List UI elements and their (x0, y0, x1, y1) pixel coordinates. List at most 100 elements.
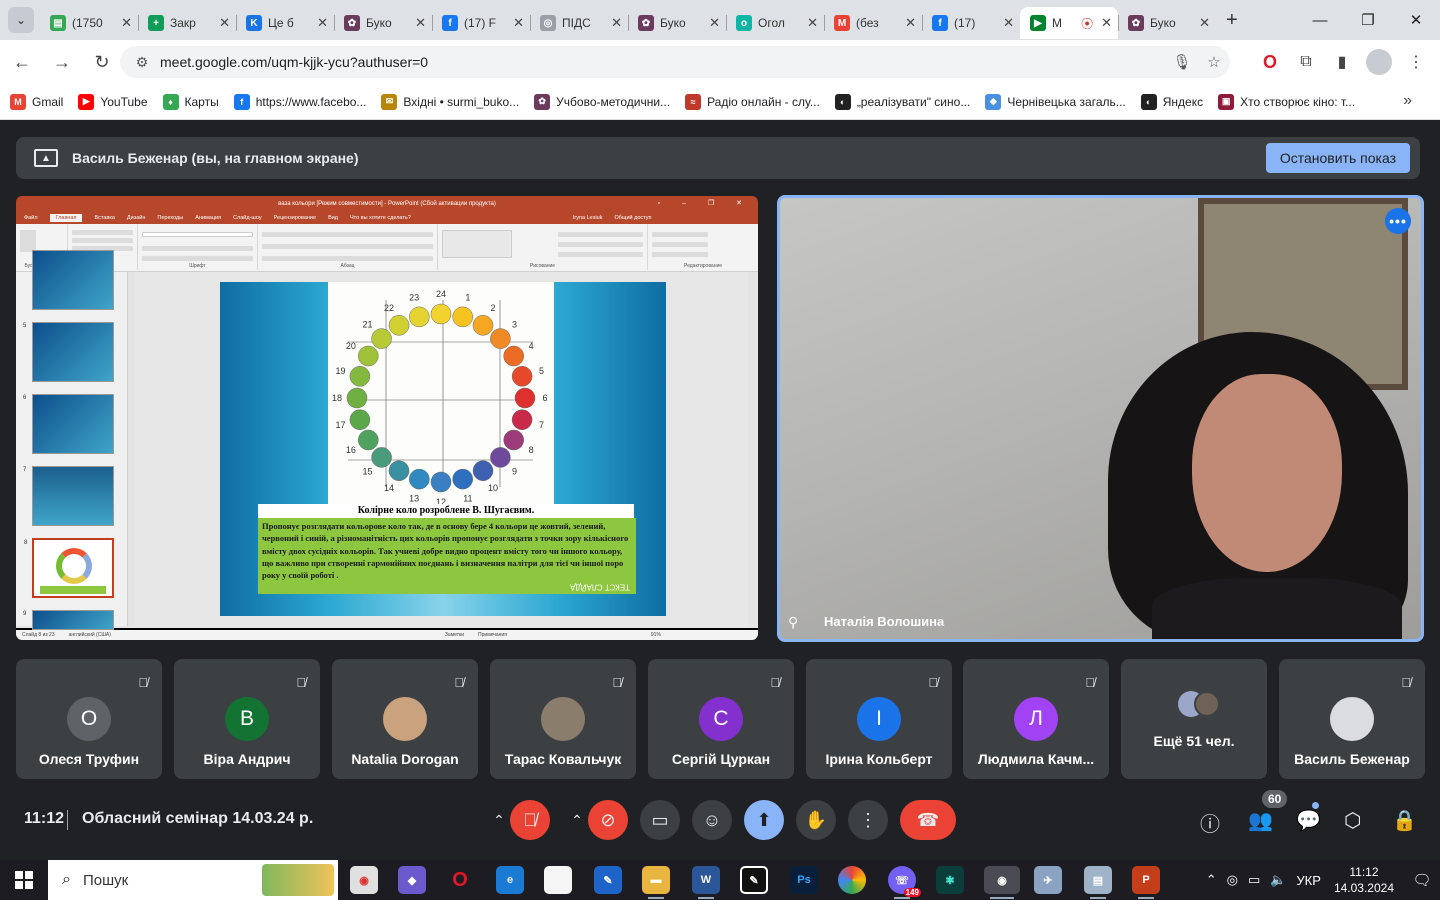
slide-thumbnail-selected[interactable]: 8 (24, 538, 114, 598)
taskbar-search[interactable]: ⌕ Пошук (48, 860, 338, 900)
participant-tile[interactable]: 🎙̸ Л Людмила Качм... (963, 659, 1109, 779)
tab-close-icon[interactable]: ✕ (807, 15, 818, 31)
forward-icon[interactable]: → (44, 44, 80, 80)
system-clock[interactable]: 11:12 14.03.2024 (1334, 864, 1394, 896)
microphone-icon[interactable]: 🎙 (1166, 53, 1198, 71)
bookmark-item[interactable]: ◐ „реалізувати" сино... (834, 93, 970, 110)
word-taskbar-icon[interactable]: W (692, 866, 720, 899)
browser-tab[interactable]: ✿ Буко ✕ (334, 7, 432, 39)
app-taskbar-icon[interactable]: ▤ (1084, 866, 1112, 899)
participant-tile[interactable]: 🎙̸ І Ірина Кольберт (806, 659, 952, 779)
tile-more-options-icon[interactable]: ••• (1385, 208, 1411, 234)
activities-icon[interactable]: ⬡ (1344, 808, 1361, 833)
browser-tab[interactable]: ▶ M ⦿ ✕ (1020, 7, 1118, 39)
maximize-icon[interactable]: ❐ (1344, 0, 1392, 40)
browser-tab[interactable]: f (17) ✕ (922, 7, 1020, 39)
opera-extension-icon[interactable]: O (1252, 52, 1288, 73)
browser-tab[interactable]: ▤ (1750 ✕ (40, 7, 138, 39)
bookmark-item[interactable]: ▶ YouTube (78, 93, 148, 110)
comments-button[interactable]: Примечания (478, 632, 507, 638)
browser-tab[interactable]: ◎ ПІДС ✕ (530, 7, 628, 39)
chrome-active-taskbar-icon[interactable]: ◉ (984, 866, 1020, 899)
chrome-menu-icon[interactable]: ⋮ (1398, 52, 1434, 72)
stop-presenting-button[interactable]: Остановить показ (1265, 143, 1410, 173)
captions-icon[interactable]: ▭ (640, 800, 680, 840)
active-speaker-tile[interactable]: ••• ⚲ Наталія Волошина (777, 195, 1424, 642)
tab-close-icon[interactable]: ✕ (1003, 15, 1014, 31)
ribbon-tab[interactable]: Что вы хотите сделать? (350, 215, 411, 221)
slide-thumbnail[interactable]: 5 (23, 322, 114, 382)
language-indicator[interactable]: УКР (1296, 873, 1321, 888)
bookmark-item[interactable]: ✿ Учбово-методични... (534, 93, 670, 110)
camera-off-icon[interactable]: ⊘ (588, 800, 628, 840)
viber-taskbar-icon[interactable]: ☏ 149 (888, 866, 921, 899)
profile-avatar[interactable] (1366, 49, 1392, 75)
bookmark-item[interactable]: ≈ Радіо онлайн - слу... (685, 93, 820, 110)
chrome-taskbar-icon[interactable]: ◉ (350, 866, 378, 894)
bookmark-star-icon[interactable]: ☆ (1198, 53, 1230, 71)
zoom-level[interactable]: 91% (651, 632, 661, 638)
browser-tab[interactable]: ✿ Буко ✕ (628, 7, 726, 39)
tab-close-icon[interactable]: ✕ (1101, 15, 1112, 31)
bookmark-item[interactable]: M Gmail (10, 93, 63, 110)
tab-close-icon[interactable]: ✕ (709, 15, 720, 31)
emoji-icon[interactable]: ☺ (692, 800, 732, 840)
participant-tile[interactable]: 🎙̸ С Сергій Цуркан (648, 659, 794, 779)
slide-thumbnail[interactable]: 6 (23, 394, 114, 454)
app-taskbar-icon[interactable]: ✈ (1034, 866, 1062, 894)
slide-thumbnail[interactable] (32, 250, 114, 310)
ribbon-tab[interactable]: Общий доступ (614, 215, 651, 221)
audio-options-caret-icon[interactable]: ⌃ (489, 800, 509, 840)
participant-tile[interactable]: 🎙̸ Тарас Ковальчук (490, 659, 636, 779)
browser-tab[interactable]: ✿ Буко ✕ (1118, 7, 1216, 39)
tab-close-icon[interactable]: ✕ (1199, 15, 1210, 31)
volume-icon[interactable]: 🔈 (1270, 872, 1286, 888)
leave-call-icon[interactable]: ☎ (900, 800, 956, 840)
app-taskbar-icon[interactable]: ✱ (936, 866, 964, 894)
participant-tile[interactable]: 🎙̸ Natalia Dorogan (332, 659, 478, 779)
ribbon-tab[interactable]: Переходы (157, 215, 183, 221)
ribbon-tab[interactable]: Iryna Lesiuk (573, 215, 603, 221)
ribbon-tab[interactable]: Слайд-шоу (233, 215, 262, 221)
bookmark-item[interactable]: ◆ Чернівецька загаль... (985, 93, 1126, 110)
current-slide[interactable]: 24 1 2 3 4 5 6 7 8 9 10 11 12 13 14 15 16 17 18 19 20 21 22 23 … (220, 282, 666, 616)
meeting-details-icon[interactable]: ⓘ (1200, 808, 1220, 837)
tab-close-icon[interactable]: ✕ (513, 15, 524, 31)
slide-thumbnail[interactable]: 7 (23, 466, 114, 526)
bookmark-item[interactable]: ▣ Хто створює кіно: т... (1218, 93, 1355, 110)
new-tab-button[interactable]: + (1226, 9, 1238, 32)
browser-tab[interactable]: + Закр ✕ (138, 7, 236, 39)
tab-close-icon[interactable]: ✕ (219, 15, 230, 31)
bookmark-item[interactable]: ✉ Вхідні • surmi_buko... (381, 93, 519, 110)
file-taskbar-icon[interactable] (544, 866, 572, 894)
ribbon-tab[interactable]: Главная (49, 214, 83, 222)
video-options-caret-icon[interactable]: ⌃ (567, 800, 587, 840)
ribbon-tab[interactable]: Вид (328, 215, 338, 221)
tab-search-button[interactable]: ⌄ (8, 7, 34, 33)
picasa-taskbar-icon[interactable] (838, 866, 866, 894)
extensions-icon[interactable]: ⧉ (1288, 53, 1324, 71)
people-icon[interactable]: 👥 (1248, 808, 1273, 833)
back-icon[interactable]: ← (4, 44, 40, 80)
close-window-icon[interactable]: ✕ (1392, 0, 1440, 40)
tab-close-icon[interactable]: ✕ (121, 15, 132, 31)
ribbon-tab[interactable]: Дизайн (127, 215, 146, 221)
bookmark-item[interactable]: ♦ Карты (162, 93, 219, 110)
url-text[interactable]: meet.google.com/uqm-kjjk-ycu?authuser=0 (160, 54, 1166, 70)
browser-tab[interactable]: M (без ✕ (824, 7, 922, 39)
ribbon-tab[interactable]: Рецензирование (274, 215, 316, 221)
tray-app-icon[interactable]: ◎ (1227, 872, 1238, 888)
ribbon-tab[interactable]: Файл (24, 215, 38, 221)
bookmark-item[interactable]: f https://www.facebo... (233, 93, 366, 110)
sign-taskbar-icon[interactable]: ✎ (594, 866, 622, 894)
tab-close-icon[interactable]: ✕ (905, 15, 916, 31)
slide-thumbnail[interactable]: 9 (23, 610, 114, 630)
file-explorer-taskbar-icon[interactable]: ▬ (642, 866, 670, 899)
start-button[interactable] (0, 860, 48, 900)
side-panel-icon[interactable]: ▮ (1324, 52, 1360, 72)
host-controls-icon[interactable]: 🔒 (1392, 808, 1417, 833)
app-taskbar-icon[interactable]: ◆ (398, 866, 426, 894)
chat-icon[interactable]: 💬 (1296, 808, 1321, 833)
more-options-icon[interactable]: ⋮ (848, 800, 888, 840)
present-now-icon[interactable]: ⬆ (744, 800, 784, 840)
